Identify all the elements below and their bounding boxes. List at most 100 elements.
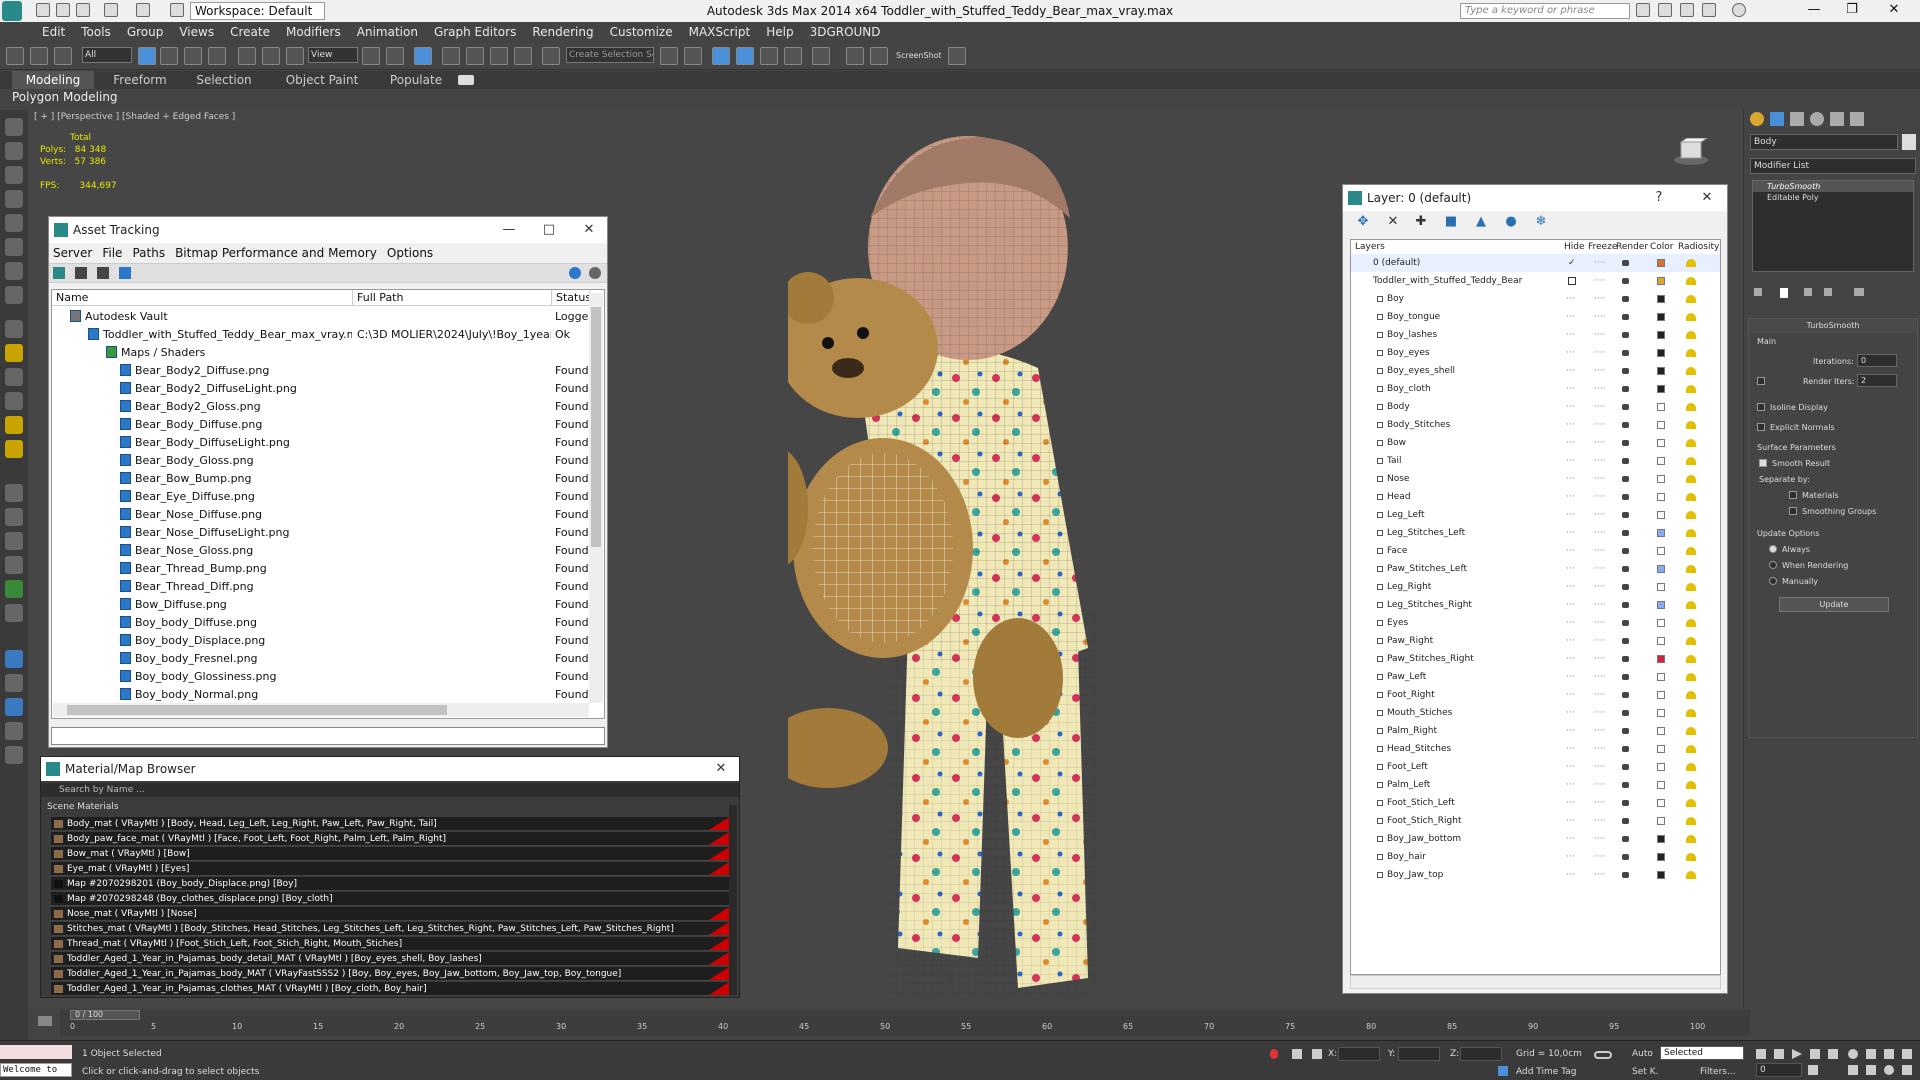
object-color-swatch[interactable] — [1657, 709, 1665, 717]
asset-row[interactable]: Bear_Eye_Diffuse.png Found — [52, 488, 588, 506]
layer-object-row[interactable]: Boy_lashes ··· ···· — [1351, 326, 1720, 344]
menu-help[interactable]: Help — [758, 22, 801, 42]
asset-row[interactable]: Toddler_with_Stuffed_Teddy_Bear_max_vray… — [52, 326, 587, 344]
save-file-icon[interactable] — [76, 3, 90, 17]
asset-row[interactable]: Autodesk Vault Logge — [52, 308, 588, 326]
angle-snap-icon[interactable] — [466, 47, 484, 65]
layer-object-row[interactable]: Foot_Stich_Left ··· ···· — [1351, 794, 1720, 812]
render-toggle-icon[interactable] — [1622, 512, 1629, 518]
object-color-swatch[interactable] — [1657, 457, 1665, 465]
pin-stack-icon[interactable] — [1754, 288, 1762, 296]
object-color-swatch[interactable] — [1657, 745, 1665, 753]
named-selection-set-dropdown[interactable]: Create Selection Se — [566, 47, 654, 63]
radiosity-icon[interactable] — [1686, 421, 1696, 429]
material-row[interactable]: Body_paw_face_mat ( VRayMtl ) [Face, Foo… — [51, 832, 729, 846]
menu-animation[interactable]: Animation — [349, 22, 426, 42]
menu-graph-editors[interactable]: Graph Editors — [426, 22, 524, 42]
radiosity-icon[interactable] — [1686, 781, 1696, 789]
menu-tools[interactable]: Tools — [73, 22, 119, 42]
render-toggle-icon[interactable] — [1622, 620, 1629, 626]
materials-checkbox[interactable]: Materials — [1789, 491, 1839, 500]
radiosity-icon[interactable] — [1686, 871, 1696, 879]
asset-row[interactable]: Maps / Shaders — [52, 344, 587, 362]
asset-row[interactable]: Bear_Bow_Bump.png Found — [52, 470, 588, 488]
undo-icon[interactable] — [104, 3, 118, 17]
polygon-modeling-label[interactable]: Polygon Modeling — [12, 90, 118, 104]
radiosity-icon[interactable] — [1686, 385, 1696, 393]
camera-icon[interactable] — [948, 47, 966, 65]
tool-icon-7[interactable] — [5, 262, 23, 280]
column-name[interactable]: Name — [52, 290, 353, 306]
menu-views[interactable]: Views — [171, 22, 222, 42]
material-vertical-scrollbar[interactable] — [729, 805, 737, 995]
binoculars-icon[interactable] — [1636, 3, 1650, 17]
go-to-end-icon[interactable] — [1828, 1049, 1838, 1059]
radiosity-icon[interactable] — [1686, 763, 1696, 771]
asset-menu-server[interactable]: Server — [53, 246, 92, 260]
create-tab-icon[interactable] — [1750, 112, 1764, 126]
tool-icon-24[interactable] — [5, 722, 23, 740]
object-color-swatch[interactable] — [1657, 439, 1665, 447]
utilities-tab-icon[interactable] — [1850, 112, 1864, 126]
mirror-icon[interactable] — [660, 47, 678, 65]
layer-object-row[interactable]: Boy_tongue ··· ···· — [1351, 308, 1720, 326]
project-folder-icon[interactable] — [170, 3, 184, 17]
material-row[interactable]: Toddler_Aged_1_Year_in_Pajamas_body_deta… — [51, 952, 729, 966]
material-row[interactable]: Bow_mat ( VRayMtl ) [Bow] — [51, 847, 729, 861]
object-color-swatch[interactable] — [1657, 727, 1665, 735]
render-toggle-icon[interactable] — [1622, 710, 1629, 716]
object-color-swatch[interactable] — [1657, 799, 1665, 807]
viewcube-icon[interactable] — [1673, 137, 1709, 166]
col-render[interactable]: Render — [1616, 240, 1648, 254]
select-and-link-icon[interactable] — [6, 47, 24, 65]
layer-object-row[interactable]: Paw_Stitches_Left ··· ···· — [1351, 560, 1720, 578]
minimize-icon[interactable]: — — [497, 217, 521, 243]
render-toggle-icon[interactable] — [1622, 746, 1629, 752]
menu-3dground[interactable]: 3DGROUND — [802, 22, 889, 42]
asset-row[interactable]: Bear_Nose_Diffuse.png Found — [52, 506, 588, 524]
toddler-teddy-model[interactable] — [788, 128, 1228, 1008]
material-editor-icon[interactable] — [812, 47, 830, 65]
render-toggle-icon[interactable] — [1622, 296, 1629, 302]
create-layer-icon[interactable]: ✥ — [1355, 214, 1371, 230]
restore-icon[interactable]: ❐ — [1838, 2, 1866, 20]
render-toggle-icon[interactable] — [1622, 332, 1629, 338]
layer-row-toddler[interactable]: Toddler_with_Stuffed_Teddy_Bear ···· — [1351, 272, 1720, 290]
move-icon[interactable] — [238, 47, 256, 65]
key-filters-button[interactable]: Filters... — [1700, 1067, 1736, 1077]
prev-frame-icon[interactable] — [1774, 1049, 1784, 1059]
tool-icon-2[interactable] — [5, 142, 23, 160]
render-toggle-icon[interactable] — [1622, 422, 1629, 428]
menu-edit[interactable]: Edit — [34, 22, 73, 42]
tool-icon-8[interactable] — [5, 286, 23, 304]
tool-icon-5[interactable] — [5, 214, 23, 232]
highlight-layer-icon[interactable]: ▲ — [1473, 214, 1489, 230]
layer-manager-titlebar[interactable]: Layer: 0 (default) ? ✕ — [1343, 185, 1727, 211]
radiosity-icon[interactable] — [1686, 817, 1696, 825]
layer-object-row[interactable]: Leg_Stitches_Right ··· ···· — [1351, 596, 1720, 614]
asset-tracking-titlebar[interactable]: Asset Tracking — □ ✕ — [49, 217, 607, 243]
close-icon[interactable]: ✕ — [1880, 2, 1908, 20]
asset-row[interactable]: Bear_Body_Gloss.png Found — [52, 452, 588, 470]
tool-icon-10[interactable] — [5, 344, 23, 362]
col-hide[interactable]: Hide — [1564, 240, 1585, 254]
refresh-icon[interactable] — [53, 267, 65, 279]
radiosity-icon[interactable] — [1686, 439, 1696, 447]
asset-row[interactable]: Bow_Diffuse.png Found — [52, 596, 588, 614]
asset-row[interactable]: Bear_Thread_Diff.png Found — [52, 578, 588, 596]
radiosity-icon[interactable] — [1686, 655, 1696, 663]
isoline-display-checkbox[interactable]: Isoline Display — [1757, 403, 1828, 412]
tab-populate[interactable]: Populate — [376, 71, 456, 89]
object-name-field[interactable]: Body — [1750, 134, 1898, 150]
select-object-icon[interactable] — [138, 47, 156, 65]
layer-object-row[interactable]: Paw_Right ··· ···· — [1351, 632, 1720, 650]
app-logo-icon[interactable] — [2, 1, 22, 21]
render-toggle-icon[interactable] — [1622, 800, 1629, 806]
tool-icon-11[interactable] — [5, 368, 23, 386]
material-row[interactable]: Thread_mat ( VRayMtl ) [Foot_Stich_Left,… — [51, 937, 729, 951]
hide-all-icon[interactable]: ● — [1503, 214, 1519, 230]
maximize-viewport-icon[interactable] — [1902, 1065, 1912, 1075]
unlink-icon[interactable] — [30, 47, 48, 65]
material-search-input[interactable]: Search by Name ... — [41, 783, 739, 797]
asset-horizontal-scrollbar[interactable] — [53, 703, 589, 717]
